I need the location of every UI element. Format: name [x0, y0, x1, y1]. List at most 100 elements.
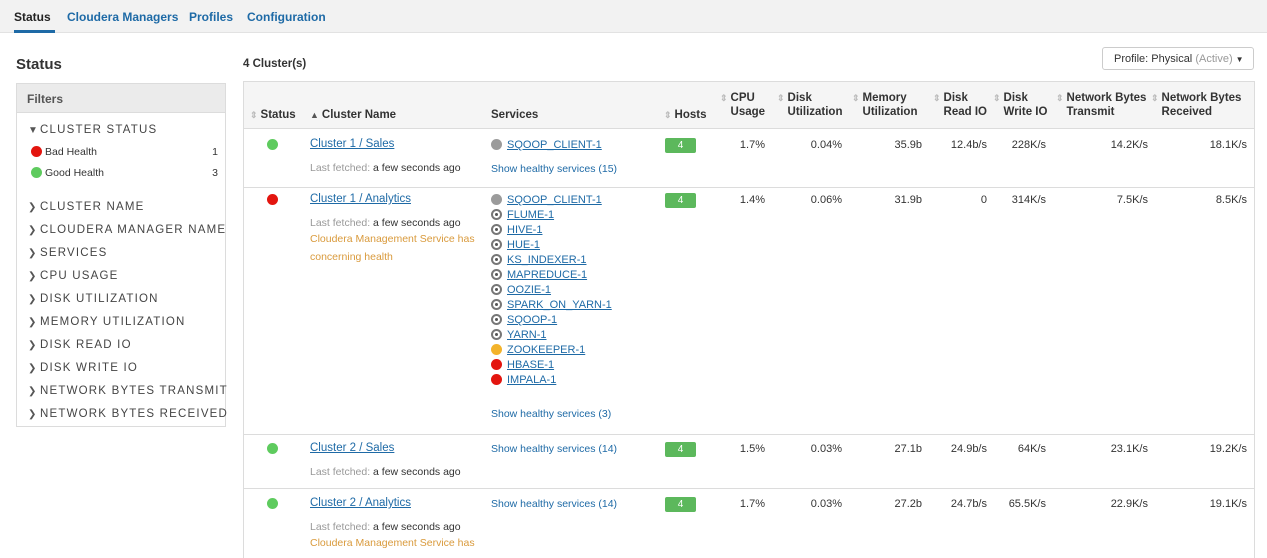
- column-header-network-bytes-received[interactable]: ⇕ Network Bytes Received: [1151, 91, 1241, 119]
- memory-utilization-value: 27.1b: [894, 443, 922, 455]
- column-header-cpu-usage[interactable]: ⇕ CPU Usage: [720, 91, 765, 119]
- filter-disk-utilization[interactable]: ❯ DISK UTILIZATION: [28, 293, 159, 305]
- disk-write-io-value: 228K/s: [1011, 139, 1046, 151]
- disk-utilization-value: 0.04%: [810, 139, 842, 151]
- filter-section-label: DISK READ IO: [40, 339, 132, 351]
- column-header-network-bytes-transmit[interactable]: ⇕ Network Bytes Transmit: [1056, 91, 1146, 119]
- tab-status[interactable]: Status: [14, 10, 51, 24]
- service-item[interactable]: HUE-1: [491, 239, 540, 252]
- filter-disk-read-io[interactable]: ❯ DISK READ IO: [28, 339, 132, 351]
- service-item[interactable]: SQOOP-1: [491, 314, 557, 327]
- sort-icon: ⇕: [852, 93, 860, 103]
- filter-disk-write-io[interactable]: ❯ DISK WRITE IO: [28, 362, 138, 374]
- hosts-badge[interactable]: 4: [665, 193, 696, 208]
- filter-section-label: CPU USAGE: [40, 270, 119, 282]
- tab-profiles[interactable]: Profiles: [189, 10, 233, 24]
- sort-icon: ⇕: [250, 110, 258, 120]
- filter-cluster-name[interactable]: ❯ CLUSTER NAME: [28, 201, 145, 213]
- table-row: Cluster 2 / Sales Last fetched: a few se…: [244, 435, 1254, 489]
- filter-count: 1: [212, 146, 218, 158]
- service-item[interactable]: ZOOKEEPER-1: [491, 344, 585, 357]
- filters-heading: Filters: [17, 84, 225, 113]
- chevron-right-icon: ❯: [28, 317, 37, 328]
- cluster-name-link[interactable]: Cluster 1 / Sales: [310, 138, 394, 150]
- disk-write-io-value: 314K/s: [1011, 194, 1046, 206]
- service-item[interactable]: HIVE-1: [491, 224, 542, 237]
- cpu-usage-value: 1.7%: [739, 498, 765, 510]
- service-item[interactable]: IMPALA-1: [491, 374, 556, 387]
- top-nav: Status Cloudera Managers Profiles Config…: [0, 0, 1267, 33]
- cluster-name-link[interactable]: Cluster 2 / Analytics: [310, 497, 411, 509]
- cluster-name-link[interactable]: Cluster 1 / Analytics: [310, 193, 411, 205]
- filter-section-label: CLOUDERA MANAGER NAME: [40, 224, 227, 236]
- filter-network-bytes-transmit[interactable]: ❯ NETWORK BYTES TRANSMIT: [28, 385, 228, 397]
- filter-bad-health[interactable]: Bad Health 1: [31, 146, 221, 158]
- cpu-usage-value: 1.5%: [739, 443, 765, 455]
- network-bytes-transmit-value: 14.2K/s: [1110, 139, 1148, 151]
- hosts-badge[interactable]: 4: [665, 138, 696, 153]
- column-header-status[interactable]: ⇕ Status: [250, 108, 296, 122]
- filter-count: 3: [212, 167, 218, 179]
- show-healthy-services-link[interactable]: Show healthy services (14): [491, 443, 617, 455]
- disk-read-io-value: 0: [980, 194, 987, 206]
- chevron-right-icon: ❯: [28, 225, 37, 236]
- stopped-status-icon: [491, 209, 502, 220]
- chevron-right-icon: ❯: [28, 271, 37, 282]
- disk-write-io-value: 65.5K/s: [1008, 498, 1046, 510]
- service-item[interactable]: SPARK_ON_YARN-1: [491, 299, 612, 312]
- disk-read-io-value: 12.4b/s: [950, 139, 987, 151]
- service-status-icon: [491, 194, 502, 205]
- column-header-disk-utilization[interactable]: ⇕ Disk Utilization: [777, 91, 843, 119]
- filter-section-label: NETWORK BYTES RECEIVED: [40, 408, 229, 420]
- sort-icon: ⇕: [1056, 93, 1064, 103]
- filter-memory-utilization[interactable]: ❯ MEMORY UTILIZATION: [28, 316, 186, 328]
- filter-network-bytes-received[interactable]: ❯ NETWORK BYTES RECEIVED: [28, 408, 228, 420]
- service-item[interactable]: OOZIE-1: [491, 284, 551, 297]
- stopped-status-icon: [491, 269, 502, 280]
- column-header-disk-write-io[interactable]: ⇕ Disk Write IO: [993, 91, 1047, 119]
- last-fetched: Last fetched: a few seconds ago: [310, 521, 461, 533]
- hosts-badge[interactable]: 4: [665, 497, 696, 512]
- show-healthy-services-link[interactable]: Show healthy services (14): [491, 498, 617, 510]
- column-header-hosts[interactable]: ⇕ Hosts: [664, 108, 707, 122]
- service-item[interactable]: SQOOP_CLIENT-1: [491, 194, 602, 207]
- bad-health-icon: [31, 146, 42, 157]
- cluster-name-link[interactable]: Cluster 2 / Sales: [310, 442, 394, 454]
- column-header-disk-read-io[interactable]: ⇕ Disk Read IO: [933, 91, 987, 119]
- show-healthy-services-link[interactable]: Show healthy services (15): [491, 163, 617, 175]
- service-item[interactable]: MAPREDUCE-1: [491, 269, 587, 282]
- chevron-right-icon: ❯: [28, 294, 37, 305]
- sort-icon: ⇕: [933, 93, 941, 103]
- show-healthy-services-link[interactable]: Show healthy services (3): [491, 408, 611, 420]
- service-item[interactable]: HBASE-1: [491, 359, 554, 372]
- filters-panel: Filters ▼ CLUSTER STATUS Bad Health 1 Goo…: [16, 83, 228, 427]
- disk-write-io-value: 64K/s: [1017, 443, 1046, 455]
- network-bytes-received-value: 8.5K/s: [1215, 194, 1247, 206]
- filter-cloudera-manager-name[interactable]: ❯ CLOUDERA MANAGER NAME: [28, 224, 226, 236]
- hosts-badge[interactable]: 4: [665, 442, 696, 457]
- table-row: Cluster 1 / Analytics Last fetched: a fe…: [244, 188, 1254, 435]
- good-health-icon: [267, 498, 278, 509]
- sort-icon: ⇕: [720, 93, 728, 103]
- chevron-right-icon: ❯: [28, 248, 37, 259]
- column-header-cluster-name[interactable]: ▲ Cluster Name: [310, 108, 396, 122]
- service-item[interactable]: FLUME-1: [491, 209, 554, 222]
- last-fetched: Last fetched: a few seconds ago: [310, 217, 461, 229]
- filter-cpu-usage[interactable]: ❯ CPU USAGE: [28, 270, 119, 282]
- service-item[interactable]: KS_INDEXER-1: [491, 254, 586, 267]
- column-header-services: Services: [491, 109, 539, 121]
- service-item[interactable]: SQOOP_CLIENT-1: [491, 139, 602, 152]
- filter-services[interactable]: ❯ SERVICES: [28, 247, 108, 259]
- column-header-memory-utilization[interactable]: ⇕ Memory Utilization: [852, 91, 918, 119]
- service-item[interactable]: YARN-1: [491, 329, 547, 342]
- network-bytes-received-value: 18.1K/s: [1209, 139, 1247, 151]
- tab-configuration[interactable]: Configuration: [247, 10, 326, 24]
- table-row: Cluster 1 / Sales Last fetched: a few se…: [244, 129, 1254, 188]
- disk-utilization-value: 0.03%: [810, 443, 842, 455]
- filter-good-health[interactable]: Good Health 3: [31, 167, 221, 179]
- last-fetched: Last fetched: a few seconds ago: [310, 466, 461, 478]
- stopped-status-icon: [491, 239, 502, 250]
- filter-cluster-status[interactable]: ▼ CLUSTER STATUS: [28, 124, 157, 136]
- profile-dropdown[interactable]: Profile: Physical (Active) ▼: [1102, 47, 1254, 70]
- tab-cloudera-managers[interactable]: Cloudera Managers: [67, 10, 178, 24]
